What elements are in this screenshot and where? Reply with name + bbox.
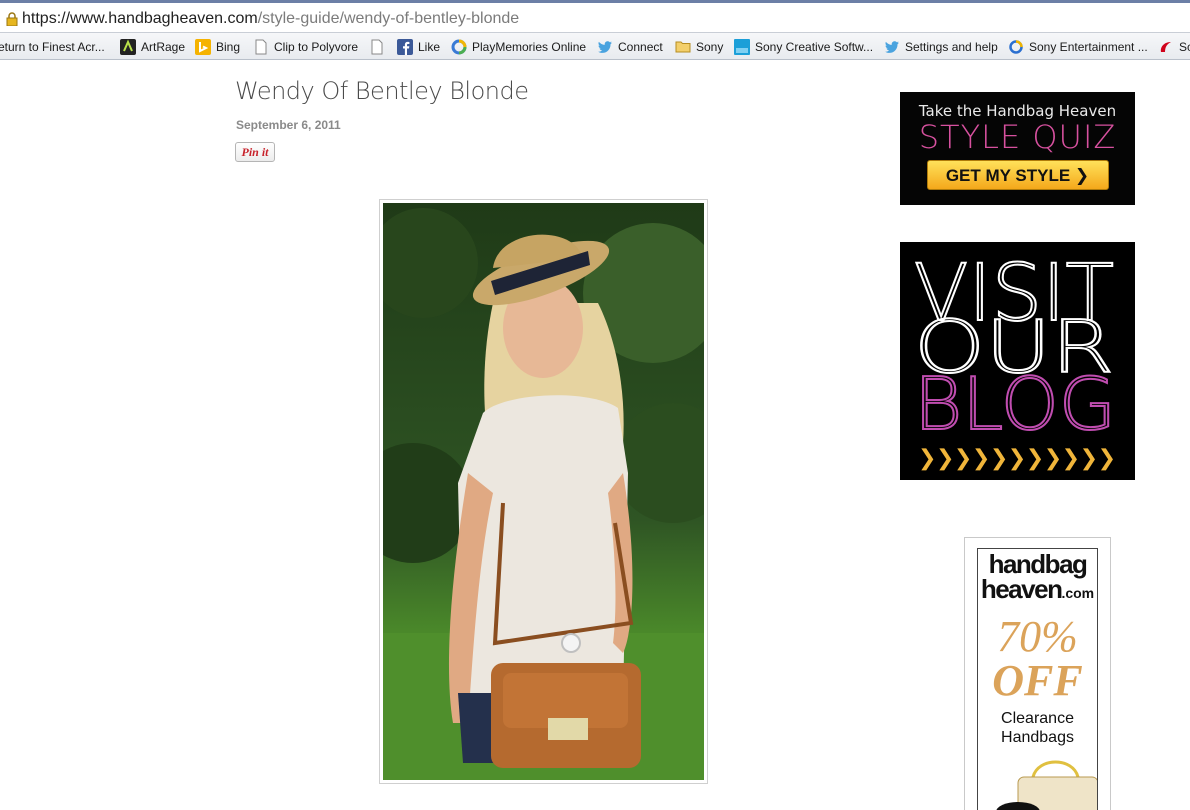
- bookmark-label: Sony: [696, 40, 724, 54]
- blog-ad-arrows: ❯❯❯❯❯❯❯❯❯❯❯: [918, 446, 1116, 471]
- bookmark-sc[interactable]: Sc: [1158, 38, 1190, 56]
- post-photo-frame: [379, 199, 708, 784]
- sc-icon: [1160, 42, 1171, 52]
- bookmark-label: Sony Entertainment ...: [1029, 40, 1148, 54]
- bookmark-sony-creative[interactable]: Sony Creative Softw...: [734, 38, 873, 56]
- bookmark-bing[interactable]: Bing: [195, 38, 240, 56]
- bookmark-label: Sc: [1179, 40, 1190, 54]
- playmemories-icon: [451, 39, 467, 55]
- bookmark-label: Connect: [618, 40, 663, 54]
- bookmarks-bar: eturn to Finest Acr... ArtRage Bing Clip…: [0, 33, 1190, 60]
- clearance-ad-inner: handbag heaven.com 70% OFF Clearance Han…: [977, 548, 1098, 810]
- bookmark-label: Bing: [216, 40, 241, 54]
- visit-blog-ad[interactable]: VISIT OUR BLOG ❯❯❯❯❯❯❯❯❯❯❯: [900, 242, 1135, 480]
- twitter-icon: [884, 41, 899, 53]
- logo-heaven: heaven: [980, 574, 1063, 604]
- lock-icon: [6, 12, 18, 26]
- bookmark-label: Clip to Polyvore: [274, 40, 359, 54]
- bing-icon: [195, 39, 211, 55]
- url-path: /style-guide/wendy-of-bentley-blonde: [257, 10, 520, 27]
- sony-creative-icon: [734, 39, 750, 55]
- folder-icon: [675, 41, 691, 53]
- clearance-ad[interactable]: handbag heaven.com 70% OFF Clearance Han…: [964, 537, 1111, 810]
- handbag-heaven-logo-line2: heaven.com: [978, 574, 1097, 605]
- address-bar[interactable]: https://www.handbagheaven.com/style-guid…: [0, 0, 1190, 33]
- post-photo[interactable]: [383, 203, 704, 780]
- post-title[interactable]: Wendy Of Bentley Blonde: [235, 77, 529, 105]
- sony-entertainment-icon: [1009, 40, 1023, 54]
- bookmark-sony-entertainment[interactable]: Sony Entertainment ...: [1008, 38, 1148, 56]
- bookmark-connect[interactable]: Connect: [597, 38, 663, 56]
- url-domain: https://www.handbagheaven.com: [22, 10, 258, 27]
- bookmark-label: eturn to Finest Acr...: [0, 40, 105, 54]
- bookmark-label: Sony Creative Softw...: [755, 40, 874, 54]
- clearance-text-line1: Clearance: [1001, 710, 1074, 727]
- photo-illustration: [383, 203, 704, 780]
- clearance-bag-image: [996, 760, 1097, 810]
- url-text[interactable]: https://www.handbagheaven.com/style-guid…: [22, 10, 519, 28]
- facebook-icon: [397, 39, 413, 55]
- bookmark-settings-help[interactable]: Settings and help: [884, 38, 998, 56]
- clearance-text-line2: Handbags: [1001, 729, 1074, 746]
- bookmark-label: Like: [418, 40, 441, 54]
- page-content: Wendy Of Bentley Blonde September 6, 201…: [0, 61, 1190, 810]
- bookmark-blank-page[interactable]: [369, 38, 390, 56]
- visit-blog-graphic: VISIT OUR BLOG ❯❯❯❯❯❯❯❯❯❯❯: [913, 248, 1117, 471]
- bookmark-label: PlayMemories Online: [472, 40, 587, 54]
- bookmark-label: ArtRage: [141, 40, 186, 54]
- logo-dotcom: .com: [1061, 585, 1095, 601]
- bookmark-artrage[interactable]: ArtRage: [120, 38, 185, 56]
- blog-ad-line-blog: BLOG: [914, 362, 1116, 446]
- quiz-ad-title: STYLE QUIZ: [918, 118, 1117, 156]
- bookmark-like[interactable]: Like: [397, 38, 440, 56]
- get-my-style-button[interactable]: GET MY STYLE ❯: [926, 160, 1109, 190]
- bookmark-label: Settings and help: [905, 40, 998, 54]
- clearance-off: OFF: [992, 656, 1083, 705]
- page-icon: [255, 39, 267, 55]
- twitter-icon: [597, 41, 612, 53]
- bookmark-sony-folder[interactable]: Sony: [675, 38, 723, 56]
- post-date: September 6, 2011: [236, 118, 341, 132]
- artrage-icon: [120, 39, 136, 55]
- clearance-percent: 70%: [997, 612, 1078, 661]
- bookmark-playmemories[interactable]: PlayMemories Online: [451, 38, 586, 56]
- page-icon: [371, 39, 383, 55]
- pin-it-button[interactable]: Pin it: [235, 142, 275, 162]
- style-quiz-ad[interactable]: Take the Handbag Heaven STYLE QUIZ GET M…: [900, 92, 1135, 205]
- bookmark-polyvore[interactable]: Clip to Polyvore: [253, 38, 358, 56]
- bookmark-finest-acr[interactable]: eturn to Finest Acr...: [0, 38, 105, 56]
